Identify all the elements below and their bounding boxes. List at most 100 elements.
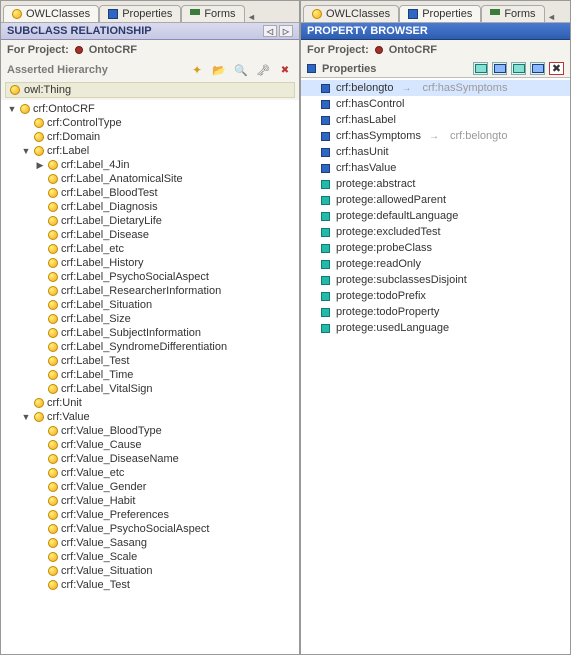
- subclass-header: SUBCLASS RELATIONSHIP ◁ ▷: [1, 23, 299, 40]
- node-label: crf:Value_Test: [61, 579, 130, 591]
- tree-node[interactable]: crf:Domain: [19, 130, 299, 144]
- create-subproperty-icon[interactable]: [511, 62, 526, 75]
- project-label: For Project:: [7, 44, 69, 56]
- tree-node[interactable]: crf:Value_Cause: [33, 438, 299, 452]
- tree-node[interactable]: crf:Value_Gender: [33, 480, 299, 494]
- property-item[interactable]: protege:readOnly: [301, 256, 570, 272]
- tree-node[interactable]: crf:Value_Sasang: [33, 536, 299, 550]
- class-icon: [48, 370, 58, 380]
- tree-node[interactable]: ▼ crf:OntoCRF: [5, 102, 299, 116]
- class-icon: [48, 580, 58, 590]
- tree-node[interactable]: crf:Value_Habit: [33, 494, 299, 508]
- tab-label: Properties: [422, 8, 472, 20]
- tree-node[interactable]: crf:Unit: [19, 396, 299, 410]
- tree-node[interactable]: crf:Label_SubjectInformation: [33, 326, 299, 340]
- class-icon: [48, 216, 58, 226]
- properties-pane: OWLClasses Properties Forms ◄ PROPERTY B…: [300, 0, 571, 655]
- delete-property-icon[interactable]: ✖: [549, 62, 564, 75]
- property-item[interactable]: crf:hasControl: [301, 96, 570, 112]
- tree-node[interactable]: crf:Label_SyndromeDifferentiation: [33, 340, 299, 354]
- tab-forms[interactable]: Forms: [481, 5, 544, 22]
- property-item[interactable]: protege:usedLanguage: [301, 320, 570, 336]
- create-object-property-icon[interactable]: [473, 62, 488, 75]
- hierarchy-toolbar: Asserted Hierarchy: [1, 60, 299, 80]
- tree-node[interactable]: crf:Label_ResearcherInformation: [33, 284, 299, 298]
- property-item[interactable]: crf:hasLabel: [301, 112, 570, 128]
- tree-node[interactable]: crf:Label_Diagnosis: [33, 200, 299, 214]
- class-icon: [48, 342, 58, 352]
- root-thing[interactable]: owl:Thing: [5, 82, 295, 98]
- tree-node[interactable]: crf:Value_PsychoSocialAspect: [33, 522, 299, 536]
- key-icon[interactable]: [255, 62, 271, 78]
- tab-forms[interactable]: Forms: [181, 5, 244, 22]
- new-subclass-icon[interactable]: [211, 62, 227, 78]
- property-item[interactable]: protege:defaultLanguage: [301, 208, 570, 224]
- property-item[interactable]: protege:todoProperty: [301, 304, 570, 320]
- nav-prev[interactable]: ◁: [263, 25, 277, 37]
- project-name: OntoCRF: [389, 44, 437, 56]
- tree-node[interactable]: crf:Label_PsychoSocialAspect: [33, 270, 299, 284]
- nav-next[interactable]: ▷: [279, 25, 293, 37]
- root-label: owl:Thing: [24, 84, 71, 96]
- node-label: crf:Value_Situation: [61, 565, 153, 577]
- tree-node[interactable]: ▼crf:Value: [19, 410, 299, 424]
- property-item[interactable]: crf:hasValue: [301, 160, 570, 176]
- property-item[interactable]: crf:hasUnit: [301, 144, 570, 160]
- property-item[interactable]: crf:hasSymptoms→crf:belongto: [301, 128, 570, 144]
- property-list: crf:belongto→crf:hasSymptoms crf:hasCont…: [301, 78, 570, 654]
- tree-node[interactable]: ▶crf:Label_4Jin: [33, 158, 299, 172]
- property-item[interactable]: crf:belongto→crf:hasSymptoms: [301, 80, 570, 96]
- node-label: crf:Label_BloodTest: [61, 187, 158, 199]
- collapse-icon[interactable]: ▼: [21, 146, 31, 156]
- tree-node[interactable]: crf:Label_AnatomicalSite: [33, 172, 299, 186]
- tree-node[interactable]: crf:Value_DiseaseName: [33, 452, 299, 466]
- class-icon: [48, 244, 58, 254]
- annotation-property-icon: [321, 260, 330, 269]
- collapse-icon[interactable]: ▼: [7, 104, 17, 114]
- tree-node[interactable]: crf:Label_etc: [33, 242, 299, 256]
- tree-node[interactable]: crf:Label_Test: [33, 354, 299, 368]
- tree-node[interactable]: crf:Label_Situation: [33, 298, 299, 312]
- tree-node[interactable]: crf:Value_BloodType: [33, 424, 299, 438]
- class-icon: [48, 328, 58, 338]
- class-icon: [48, 230, 58, 240]
- property-item[interactable]: protege:excludedTest: [301, 224, 570, 240]
- create-annotation-property-icon[interactable]: [530, 62, 545, 75]
- property-item[interactable]: protege:subclassesDisjoint: [301, 272, 570, 288]
- tree-node[interactable]: crf:Label_Disease: [33, 228, 299, 242]
- tree-node[interactable]: crf:Label_Size: [33, 312, 299, 326]
- tree-node[interactable]: crf:Value_Scale: [33, 550, 299, 564]
- search-icon[interactable]: [233, 62, 249, 78]
- tree-node[interactable]: crf:Label_BloodTest: [33, 186, 299, 200]
- delete-icon[interactable]: [277, 62, 293, 78]
- new-class-icon[interactable]: [189, 62, 205, 78]
- tree-node[interactable]: crf:Label_Time: [33, 368, 299, 382]
- tree-node[interactable]: crf:Label_VitalSign: [33, 382, 299, 396]
- tree-node[interactable]: crf:Value_Test: [33, 578, 299, 592]
- create-datatype-property-icon[interactable]: [492, 62, 507, 75]
- tree-node[interactable]: crf:ControlType: [19, 116, 299, 130]
- class-icon: [48, 286, 58, 296]
- expand-icon[interactable]: ▶: [35, 160, 45, 170]
- tab-scroll-left[interactable]: ◄: [245, 12, 259, 22]
- tree-node[interactable]: crf:Label_History: [33, 256, 299, 270]
- tab-properties[interactable]: Properties: [99, 5, 181, 22]
- tab-scroll-left[interactable]: ◄: [545, 12, 559, 22]
- tab-owl-classes[interactable]: OWLClasses: [303, 5, 399, 22]
- property-name: crf:hasValue: [336, 162, 396, 174]
- property-item[interactable]: protege:abstract: [301, 176, 570, 192]
- collapse-icon[interactable]: ▼: [21, 412, 31, 422]
- property-item[interactable]: protege:probeClass: [301, 240, 570, 256]
- tree-node[interactable]: crf:Label_DietaryLife: [33, 214, 299, 228]
- tree-node[interactable]: crf:Value_Situation: [33, 564, 299, 578]
- tab-properties[interactable]: Properties: [399, 5, 481, 22]
- tree-node[interactable]: crf:Value_Preferences: [33, 508, 299, 522]
- tree-node[interactable]: ▼crf:Label: [19, 144, 299, 158]
- class-icon: [34, 118, 44, 128]
- tabbar-right: OWLClasses Properties Forms ◄: [301, 1, 570, 23]
- tree-node[interactable]: crf:Value_etc: [33, 466, 299, 480]
- property-item[interactable]: protege:allowedParent: [301, 192, 570, 208]
- node-label: crf:Label_Size: [61, 313, 131, 325]
- property-item[interactable]: protege:todoPrefix: [301, 288, 570, 304]
- tab-owl-classes[interactable]: OWLClasses: [3, 5, 99, 22]
